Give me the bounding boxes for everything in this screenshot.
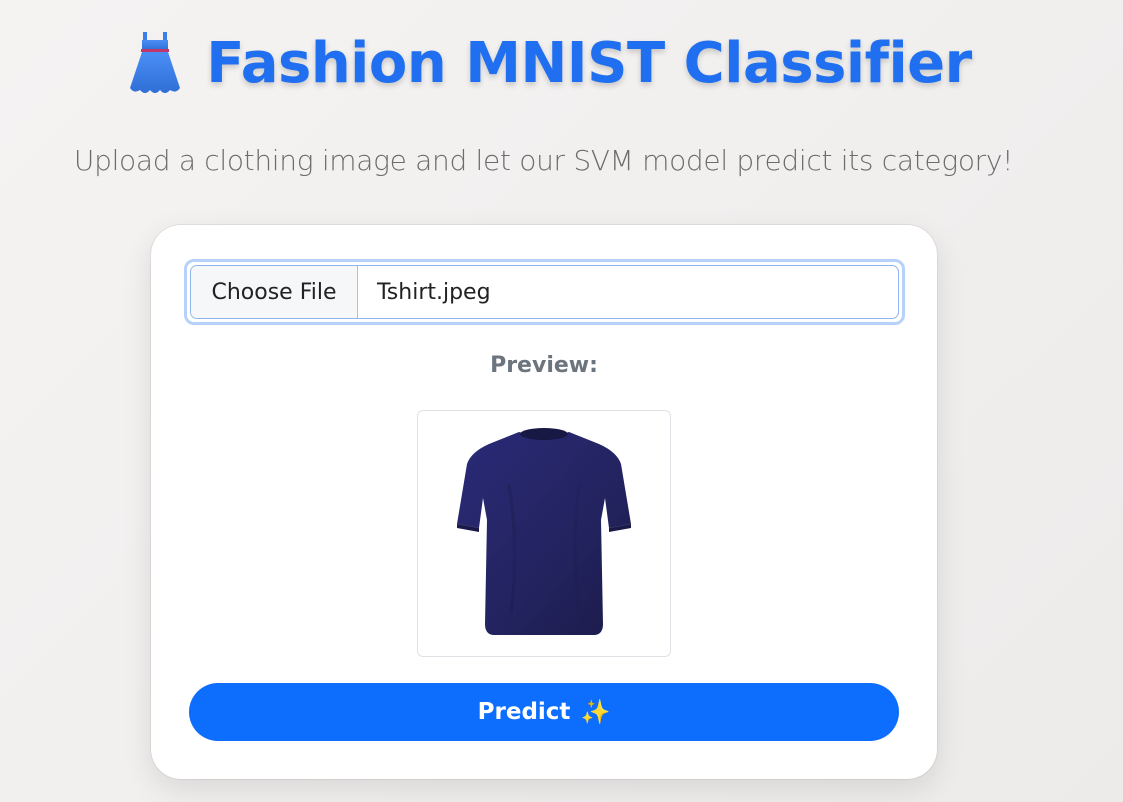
file-input[interactable]: Choose File Tshirt.jpeg [184, 259, 905, 325]
predict-label: Predict [477, 699, 571, 725]
selected-file-name: Tshirt.jpeg [377, 279, 491, 305]
tshirt-image [457, 427, 631, 635]
page-title: Fashion MNIST Classifier [206, 30, 972, 96]
choose-file-button[interactable]: Choose File [191, 266, 358, 318]
upload-card: Choose File Tshirt.jpeg Preview: Predict… [151, 225, 937, 779]
page-subtitle: Upload a clothing image and let our SVM … [73, 144, 1014, 177]
dress-icon [130, 32, 181, 93]
preview-image-frame [417, 410, 671, 657]
page-header: Fashion MNIST Classifier [0, 30, 1100, 96]
preview-label: Preview: [490, 353, 598, 378]
predict-button[interactable]: Predict ✨ [189, 683, 899, 741]
sparkles-icon: ✨ [580, 698, 611, 726]
